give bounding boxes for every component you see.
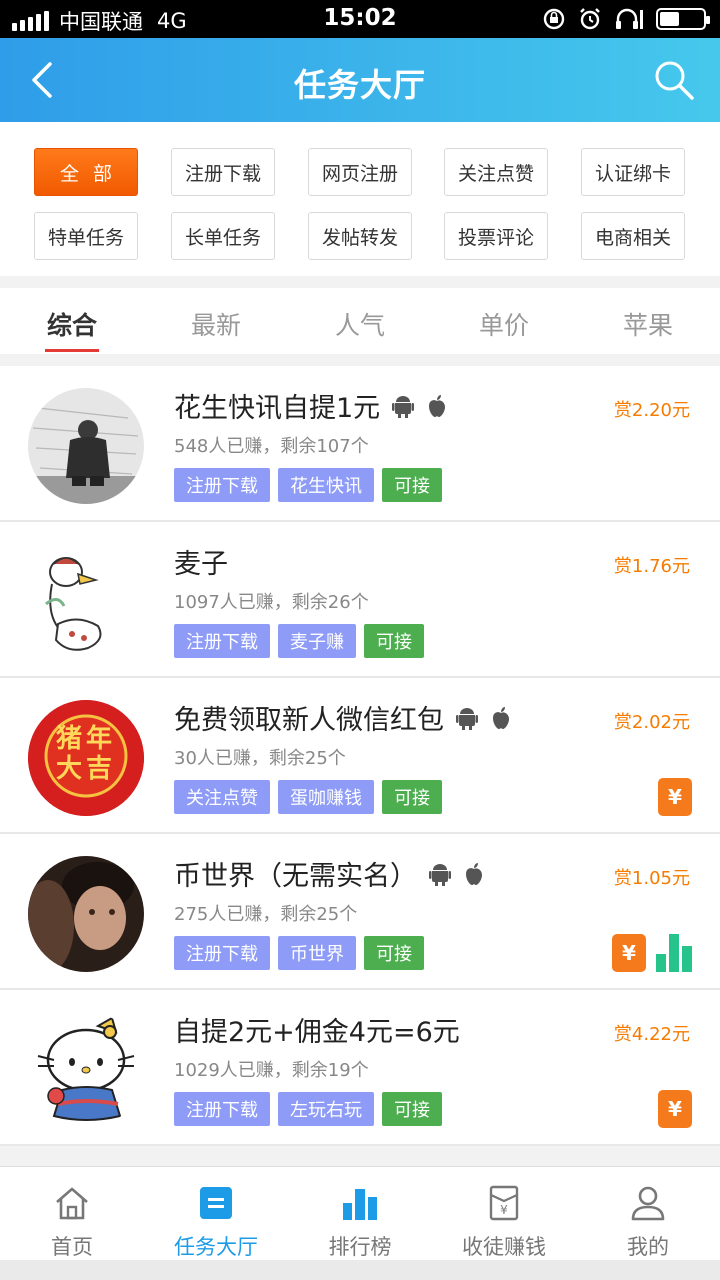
task-tag: 蛋咖赚钱 — [278, 780, 374, 814]
tab-composite[interactable]: 综合 — [0, 288, 144, 354]
category-button[interactable]: 网页注册 — [308, 148, 412, 196]
task-stats: 548人已赚，剩余107个 — [174, 436, 369, 457]
task-tag: 注册下载 — [174, 1092, 270, 1126]
page-title: 任务大厅 — [293, 66, 426, 104]
app-header: 任务大厅 — [0, 38, 720, 122]
task-item[interactable]: 自提2元+佣金4元=6元 1029人已赚，剩余19个 注册下载 左玩右玩 可接 … — [0, 990, 720, 1146]
android-icon — [392, 395, 415, 418]
task-tag: 币世界 — [278, 936, 356, 970]
task-tag: 麦子赚 — [278, 624, 356, 658]
red-envelope-icon: ¥ — [658, 1090, 692, 1128]
task-title: 币世界（无需实名） — [174, 861, 417, 892]
red-envelope-icon: ¥ — [612, 934, 646, 972]
task-hall-icon — [200, 1187, 232, 1219]
sort-tabs: 综合 最新 人气 单价 苹果 — [0, 288, 720, 354]
nav-label: 收徒赚钱 — [462, 1235, 546, 1259]
task-avatar — [28, 856, 144, 972]
task-stats: 275人已赚，剩余25个 — [174, 904, 358, 925]
task-item[interactable]: 猪年大吉 免费领取新人微信红包 30人已赚，剩余25个 关注点赞 蛋咖赚钱 可接… — [0, 678, 720, 834]
nav-label: 首页 — [51, 1235, 93, 1259]
task-avatar — [28, 1012, 144, 1128]
task-title: 花生快讯自提1元 — [174, 393, 381, 424]
status-badge: 可接 — [364, 936, 424, 970]
task-tag: 关注点赞 — [174, 780, 270, 814]
android-icon — [456, 707, 478, 730]
task-reward: 赏1.05元 — [613, 868, 690, 889]
apple-icon — [466, 862, 482, 885]
nav-invite-earn[interactable]: ¥ 收徒赚钱 — [432, 1167, 576, 1260]
task-tag: 注册下载 — [174, 468, 270, 502]
nav-profile[interactable]: 我的 — [576, 1167, 720, 1260]
rotation-lock-icon — [543, 8, 565, 30]
tab-newest[interactable]: 最新 — [144, 288, 288, 354]
category-filter: 全部 注册下载 网页注册 关注点赞 认证绑卡 特单任务 长单任务 发帖转发 投票… — [0, 122, 720, 276]
svg-text:¥: ¥ — [500, 1203, 508, 1217]
nav-ranking[interactable]: 排行榜 — [288, 1167, 432, 1260]
status-badge: 可接 — [382, 780, 442, 814]
apple-icon — [429, 394, 446, 417]
status-badge: 可接 — [382, 1092, 442, 1126]
nav-task-hall[interactable]: 任务大厅 — [144, 1167, 288, 1260]
apple-icon — [493, 706, 509, 729]
task-stats: 1029人已赚，剩余19个 — [174, 1060, 369, 1081]
category-button[interactable]: 电商相关 — [581, 212, 685, 260]
category-button[interactable]: 关注点赞 — [444, 148, 548, 196]
task-avatar: 猪年大吉 — [28, 700, 144, 816]
task-reward: 赏1.76元 — [613, 556, 690, 577]
alarm-icon — [580, 8, 600, 30]
nav-label: 我的 — [627, 1235, 669, 1259]
search-button[interactable] — [650, 56, 698, 104]
category-button[interactable]: 投票评论 — [444, 212, 548, 260]
invite-earn-icon: ¥ — [489, 1185, 519, 1221]
category-all-button[interactable]: 全部 — [34, 148, 138, 196]
task-tag: 注册下载 — [174, 936, 270, 970]
task-reward: 赏2.02元 — [613, 712, 690, 733]
tab-unit-price[interactable]: 单价 — [432, 288, 576, 354]
headphones-icon — [616, 8, 643, 29]
task-item[interactable]: 花生快讯自提1元 548人已赚，剩余107个 注册下载 花生快讯 可接 赏2.2… — [0, 366, 720, 522]
task-title: 麦子 — [174, 549, 228, 580]
ranking-icon — [343, 1189, 377, 1220]
category-button[interactable]: 认证绑卡 — [581, 148, 685, 196]
tab-apple[interactable]: 苹果 — [576, 288, 720, 354]
home-icon — [56, 1187, 88, 1220]
task-tag: 左玩右玩 — [278, 1092, 374, 1126]
bottom-nav: 首页 任务大厅 排行榜 ¥ 收徒赚钱 我的 — [0, 1166, 720, 1260]
category-button[interactable]: 特单任务 — [34, 212, 138, 260]
task-tag: 注册下载 — [174, 624, 270, 658]
bar-chart-icon — [656, 934, 692, 972]
task-avatar — [28, 544, 144, 660]
task-title: 免费领取新人微信红包 — [174, 705, 444, 736]
task-list: 花生快讯自提1元 548人已赚，剩余107个 注册下载 花生快讯 可接 赏2.2… — [0, 366, 720, 1146]
battery-icon — [656, 8, 710, 30]
category-button[interactable]: 注册下载 — [171, 148, 275, 196]
task-title: 自提2元+佣金4元=6元 — [174, 1017, 460, 1048]
nav-label: 任务大厅 — [174, 1235, 258, 1259]
task-item[interactable]: 币世界（无需实名） 275人已赚，剩余25个 注册下载 币世界 可接 赏1.05… — [0, 834, 720, 990]
home-indicator-area — [0, 1260, 720, 1280]
task-item[interactable]: 麦子 1097人已赚，剩余26个 注册下载 麦子赚 可接 赏1.76元 — [0, 522, 720, 678]
category-button[interactable]: 长单任务 — [171, 212, 275, 260]
nav-home[interactable]: 首页 — [0, 1167, 144, 1260]
task-stats: 30人已赚，剩余25个 — [174, 748, 346, 769]
task-tag: 花生快讯 — [278, 468, 374, 502]
profile-icon — [631, 1186, 665, 1221]
tab-popular[interactable]: 人气 — [288, 288, 432, 354]
task-avatar — [28, 388, 144, 504]
category-button[interactable]: 发帖转发 — [308, 212, 412, 260]
nav-label: 排行榜 — [328, 1235, 392, 1259]
red-envelope-icon: ¥ — [658, 778, 692, 816]
task-stats: 1097人已赚，剩余26个 — [174, 592, 369, 613]
task-reward: 赏2.20元 — [613, 400, 690, 421]
task-reward: 赏4.22元 — [613, 1024, 690, 1045]
status-badge: 可接 — [382, 468, 442, 502]
status-badge: 可接 — [364, 624, 424, 658]
status-bar: 中国联通 4G 15:02 — [0, 0, 720, 38]
avatar-badge-text: 猪年大吉 — [55, 724, 116, 784]
android-icon — [429, 863, 451, 886]
